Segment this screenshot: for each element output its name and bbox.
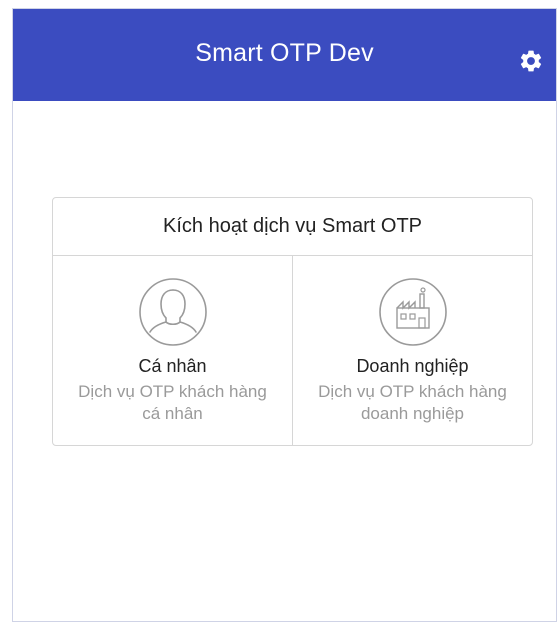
business-label: Doanh nghiệp: [356, 356, 469, 376]
app-window: Smart OTP Dev Kích hoạt dịch vụ Smart OT…: [12, 8, 557, 622]
personal-description: Dịch vụ OTP khách hàng cá nhân: [78, 382, 267, 423]
app-header: Smart OTP Dev: [13, 9, 556, 101]
activation-card: Kích hoạt dịch vụ Smart OTP Cá nhân Dịch…: [52, 197, 533, 446]
business-option[interactable]: Doanh nghiệp Dịch vụ OTP khách hàng doan…: [292, 256, 532, 446]
personal-option[interactable]: Cá nhân Dịch vụ OTP khách hàng cá nhân: [53, 256, 292, 446]
person-icon: [138, 278, 207, 346]
factory-icon: [378, 278, 447, 346]
personal-label: Cá nhân: [138, 356, 207, 376]
activation-title: Kích hoạt dịch vụ Smart OTP: [53, 198, 532, 256]
activation-options: Cá nhân Dịch vụ OTP khách hàng cá nhân D…: [53, 256, 532, 446]
business-description: Dịch vụ OTP khách hàng doanh nghiệp: [318, 382, 507, 423]
gear-icon: [520, 50, 542, 72]
settings-button[interactable]: [516, 46, 546, 76]
app-title: Smart OTP Dev: [195, 39, 374, 67]
